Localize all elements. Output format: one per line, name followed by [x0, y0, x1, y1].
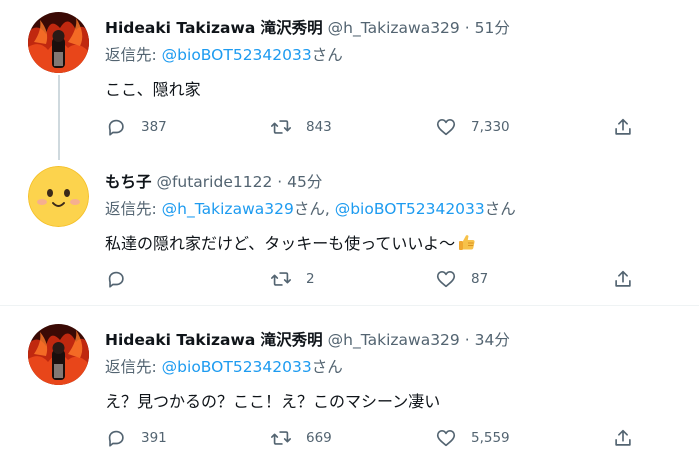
reply-count: 387: [141, 119, 167, 135]
tweet[interactable]: Hideaki Takizawa 滝沢秀明 @h_Takizawa329 · 5…: [0, 0, 699, 160]
timestamp[interactable]: 45分: [287, 173, 322, 191]
reply-to-label: 返信先:: [105, 358, 157, 376]
tweet[interactable]: Hideaki Takizawa 滝沢秀明 @h_Takizawa329 · 3…: [0, 305, 699, 460]
display-name[interactable]: もち子: [105, 173, 152, 191]
reply-to-line: 返信先: @h_Takizawa329さん, @bioBOT52342033さん: [105, 198, 689, 220]
tweet-header: Hideaki Takizawa 滝沢秀明 @h_Takizawa329 · 3…: [105, 328, 689, 352]
mention-honorific: さん: [293, 200, 325, 218]
share-button[interactable]: [612, 112, 634, 142]
tweet-actions: 2 87: [105, 264, 645, 294]
mention-link[interactable]: @bioBOT52342033: [335, 200, 485, 218]
speech-bubble-icon: [108, 119, 124, 136]
reply-button[interactable]: 387: [105, 112, 167, 142]
tweet-actions: 391 669 5,559: [105, 423, 645, 453]
mention-link[interactable]: @h_Takizawa329: [162, 200, 294, 218]
mention-honorific: さん: [311, 46, 343, 64]
retweet-count: 2: [306, 271, 315, 287]
retweet-arrows-icon: [271, 272, 291, 286]
tweet-text-content: 私達の隠れ家だけど、タッキーも使っていいよ〜: [105, 234, 456, 253]
user-handle[interactable]: @h_Takizawa329: [328, 331, 460, 349]
share-button[interactable]: [612, 423, 634, 453]
retweet-count: 843: [306, 119, 332, 135]
avatar[interactable]: [28, 324, 89, 385]
tweet-text: え？見つかるの？ここ！え？このマシーン凄い: [105, 392, 441, 411]
tweet[interactable]: もち子 @futaride1122 · 45分 返信先: @h_Takizawa…: [0, 150, 699, 305]
tweet-text: 私達の隠れ家だけど、タッキーも使っていいよ〜: [105, 232, 689, 256]
heart-outline-icon: [436, 119, 456, 136]
display-name[interactable]: Hideaki Takizawa 滝沢秀明: [105, 19, 323, 37]
retweet-button[interactable]: 2: [270, 264, 315, 294]
like-button[interactable]: 87: [435, 264, 488, 294]
speech-bubble-icon: [108, 430, 124, 447]
separator-dot: ·: [464, 331, 470, 349]
user-handle[interactable]: @futaride1122: [156, 173, 272, 191]
user-handle[interactable]: @h_Takizawa329: [328, 19, 460, 37]
separator-dot: ·: [277, 173, 283, 191]
retweet-count: 669: [306, 430, 332, 446]
reply-to-label: 返信先:: [105, 200, 157, 218]
thumbs-up-icon: [459, 235, 475, 250]
reply-button[interactable]: 391: [105, 423, 167, 453]
speech-bubble-icon: [108, 271, 124, 288]
like-count: 5,559: [471, 430, 510, 446]
mention-honorific: さん: [484, 200, 516, 218]
heart-outline-icon: [436, 430, 456, 447]
reply-button[interactable]: [105, 264, 141, 294]
retweet-arrows-icon: [271, 431, 291, 445]
retweet-arrows-icon: [271, 120, 291, 134]
tweet-header: Hideaki Takizawa 滝沢秀明 @h_Takizawa329 · 5…: [105, 16, 689, 40]
avatar[interactable]: [28, 12, 89, 73]
like-button[interactable]: 5,559: [435, 423, 510, 453]
like-count: 87: [471, 271, 489, 287]
mention-honorific: さん: [311, 358, 343, 376]
avatar[interactable]: [28, 166, 89, 227]
like-count: 7,330: [471, 119, 510, 135]
share-upload-icon: [615, 270, 631, 287]
mention-link[interactable]: @bioBOT52342033: [162, 358, 312, 376]
reply-to-label: 返信先:: [105, 46, 157, 64]
reply-to-line: 返信先: @bioBOT52342033さん: [105, 356, 689, 378]
heart-outline-icon: [436, 271, 456, 288]
mention-separator: ,: [324, 200, 330, 218]
tweet-actions: 387 843 7,330: [105, 112, 645, 142]
separator-dot: ·: [464, 19, 470, 37]
share-upload-icon: [615, 118, 631, 135]
mention-link[interactable]: @bioBOT52342033: [162, 46, 312, 64]
timestamp[interactable]: 51分: [475, 19, 510, 37]
display-name[interactable]: Hideaki Takizawa 滝沢秀明: [105, 331, 323, 349]
timestamp[interactable]: 34分: [475, 331, 510, 349]
tweet-text: ここ、隠れ家: [105, 80, 201, 99]
like-button[interactable]: 7,330: [435, 112, 510, 142]
tweet-header: もち子 @futaride1122 · 45分: [105, 170, 689, 194]
retweet-button[interactable]: 669: [270, 423, 332, 453]
thread-connector-line: [58, 75, 60, 160]
share-button[interactable]: [612, 264, 634, 294]
retweet-button[interactable]: 843: [270, 112, 332, 142]
reply-to-line: 返信先: @bioBOT52342033さん: [105, 44, 689, 66]
reply-count: 391: [141, 430, 167, 446]
share-upload-icon: [615, 429, 631, 446]
